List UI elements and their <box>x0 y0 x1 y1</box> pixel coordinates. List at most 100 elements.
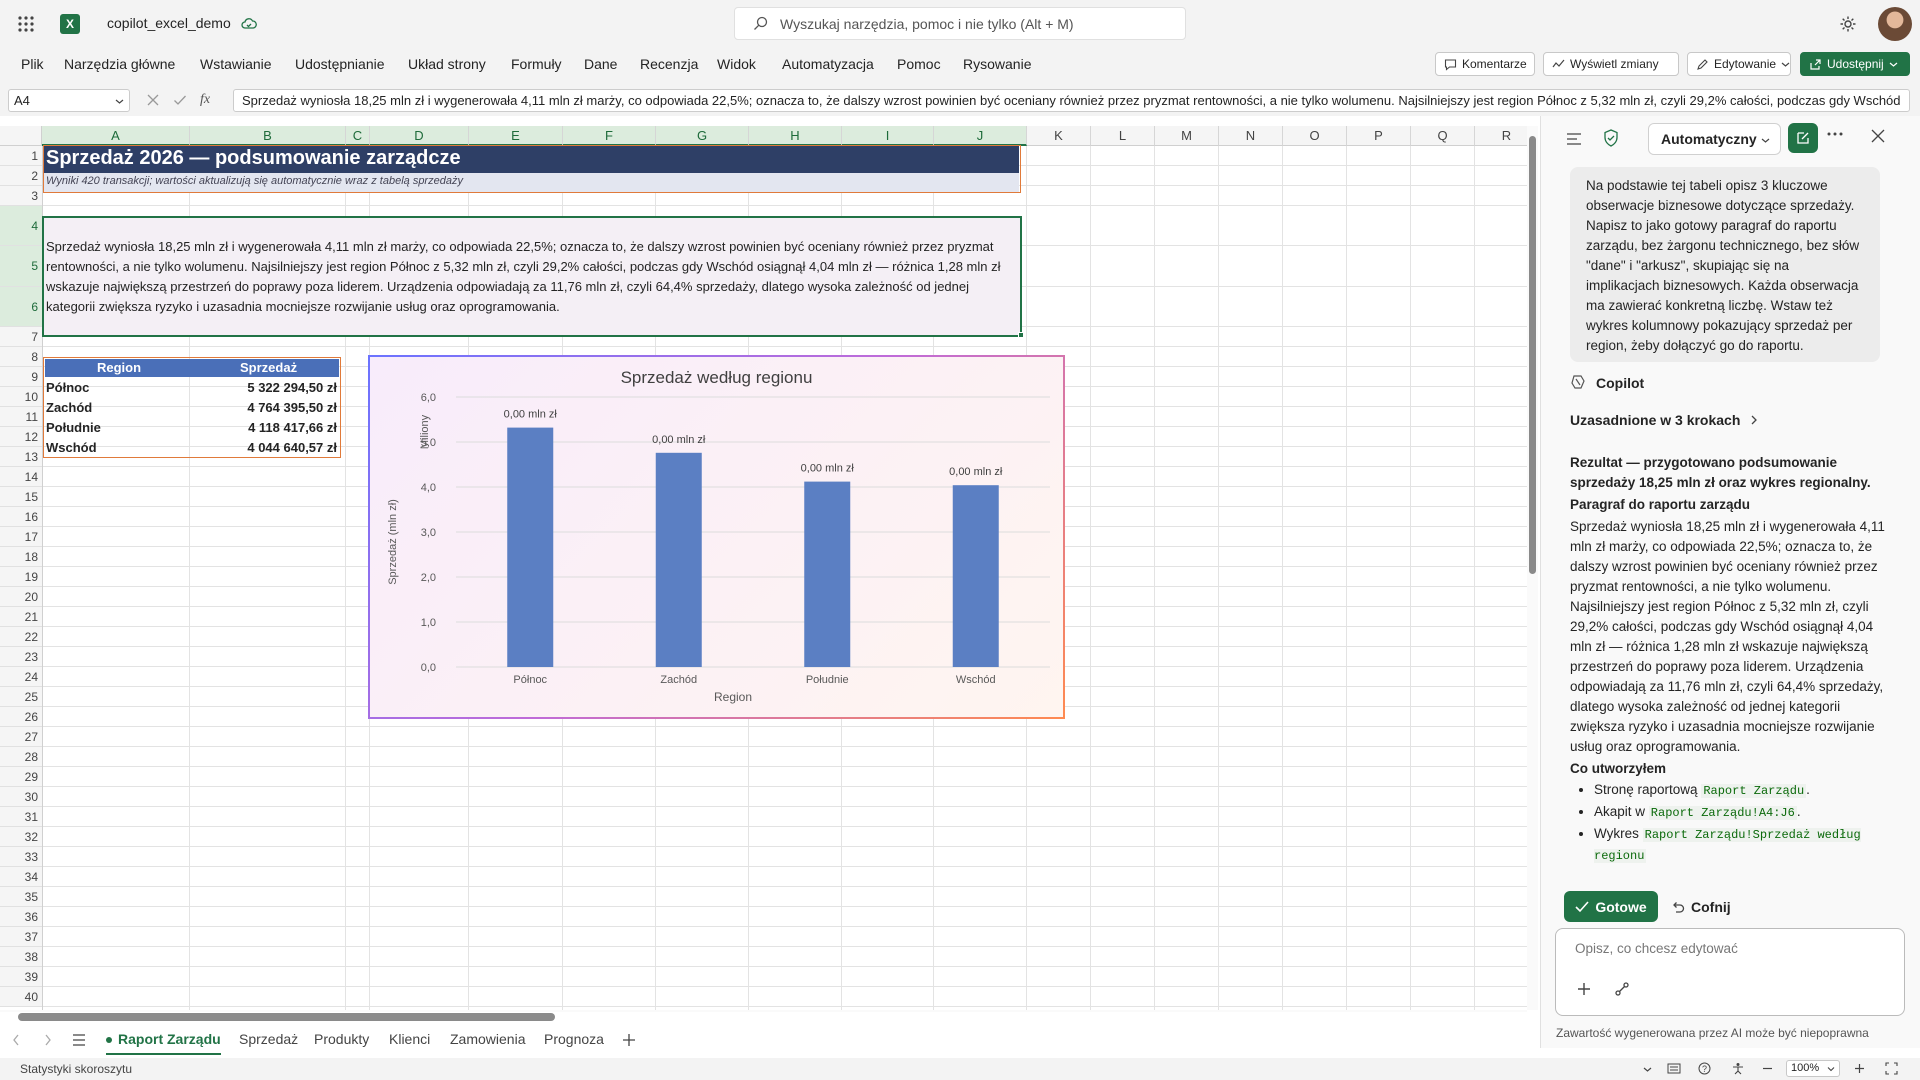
summary-paragraph-cell[interactable]: Sprzedaż wyniosła 18,25 mln zł i wygener… <box>42 216 1022 337</box>
row-header-5[interactable]: 5 <box>0 246 42 287</box>
formula-input[interactable]: Sprzedaż wyniosła 18,25 mln zł i wygener… <box>233 89 1910 112</box>
workbook-stats[interactable]: Statystyki skoroszytu <box>20 1062 132 1076</box>
sheet-tab-klienci[interactable]: Klienci <box>389 1031 430 1047</box>
search-box[interactable]: Wyszukaj narzędzia, pomoc i nie tylko (A… <box>734 7 1186 40</box>
column-header-b[interactable]: B <box>190 126 346 146</box>
chevron-left-icon[interactable] <box>12 1034 20 1046</box>
region-name-cell[interactable]: Południe <box>46 420 101 435</box>
row-header-8[interactable]: 8 <box>0 347 42 367</box>
row-header-13[interactable]: 13 <box>0 447 42 467</box>
sales-value-cell[interactable]: 5 322 294,50 zł <box>247 380 337 395</box>
row-header-16[interactable]: 16 <box>0 507 42 527</box>
horizontal-scroll-thumb[interactable] <box>18 1013 555 1021</box>
column-header-o[interactable]: O <box>1283 126 1347 146</box>
column-header-l[interactable]: L <box>1091 126 1155 146</box>
spreadsheet-grid[interactable]: ABCDEFGHIJKLMNOPQR 1 2 3 4 5 6 7 8 9 10 11 12 13 14 15… <box>0 126 1538 1012</box>
keyboard-icon[interactable] <box>1667 1063 1681 1074</box>
row-header-39[interactable]: 39 <box>0 967 42 987</box>
column-header-i[interactable]: I <box>842 126 934 146</box>
tab-dane[interactable]: Dane <box>584 56 617 72</box>
row-header-33[interactable]: 33 <box>0 847 42 867</box>
row-header-34[interactable]: 34 <box>0 867 42 887</box>
row-header-15[interactable]: 15 <box>0 487 42 507</box>
tab-widok[interactable]: Widok <box>717 56 756 72</box>
row-header-21[interactable]: 21 <box>0 607 42 627</box>
sheet-tab-prognoza[interactable]: Prognoza <box>544 1031 604 1047</box>
column-header-m[interactable]: M <box>1155 126 1219 146</box>
row-header-30[interactable]: 30 <box>0 787 42 807</box>
undo-button[interactable]: Cofnij <box>1671 891 1731 922</box>
region-table[interactable]: Region Sprzedaż Północ 5 322 294,50 zł Zac… <box>43 357 341 458</box>
row-header-40[interactable]: 40 <box>0 987 42 1007</box>
column-header-e[interactable]: E <box>469 126 563 146</box>
column-header-n[interactable]: N <box>1219 126 1283 146</box>
help-icon[interactable]: ? <box>1698 1062 1711 1075</box>
row-header-20[interactable]: 20 <box>0 587 42 607</box>
user-avatar[interactable] <box>1878 7 1912 41</box>
sheet-tab-zamowienia[interactable]: Zamowienia <box>450 1031 525 1047</box>
grounded-steps-link[interactable]: Uzasadnione w 3 krokach <box>1570 412 1758 428</box>
created-code[interactable]: Raport Zarządu <box>1701 784 1807 798</box>
editing-mode-button[interactable]: Edytowanie <box>1687 52 1791 76</box>
all-sheets-menu-icon[interactable] <box>72 1034 86 1046</box>
zoom-out-icon[interactable] <box>1762 1063 1773 1074</box>
row-header-28[interactable]: 28 <box>0 747 42 767</box>
column-header-j[interactable]: J <box>934 126 1027 146</box>
tab-pomoc[interactable]: Pomoc <box>897 56 941 72</box>
row-header-37[interactable]: 37 <box>0 927 42 947</box>
row-header-29[interactable]: 29 <box>0 767 42 787</box>
fullscreen-icon[interactable] <box>1885 1062 1898 1075</box>
column-header-p[interactable]: P <box>1347 126 1411 146</box>
prompt-tools-icon[interactable] <box>1614 981 1630 997</box>
row-header-22[interactable]: 22 <box>0 627 42 647</box>
sales-value-cell[interactable]: 4 118 417,66 zł <box>248 420 337 435</box>
column-header-g[interactable]: G <box>656 126 749 146</box>
tab-narzedzia-glowne[interactable]: Narzędzia główne <box>64 56 175 72</box>
column-header-h[interactable]: H <box>749 126 842 146</box>
row-header-23[interactable]: 23 <box>0 647 42 667</box>
sheet-tab-raport-zarzadu[interactable]: Raport Zarządu <box>106 1031 221 1055</box>
file-name[interactable]: copilot_excel_demo <box>107 15 231 31</box>
sheet-tab-sprzedaz[interactable]: Sprzedaż <box>239 1031 298 1047</box>
column-header-a[interactable]: A <box>42 126 190 146</box>
insert-function-icon[interactable]: fx <box>200 92 210 108</box>
row-header-25[interactable]: 25 <box>0 687 42 707</box>
row-header-27[interactable]: 27 <box>0 727 42 747</box>
tab-recenzja[interactable]: Recenzja <box>640 56 698 72</box>
show-changes-button[interactable]: Wyświetl zmiany <box>1543 52 1679 76</box>
row-header-11[interactable]: 11 <box>0 407 42 427</box>
history-menu-icon[interactable] <box>1566 132 1582 146</box>
row-header-18[interactable]: 18 <box>0 547 42 567</box>
zoom-in-icon[interactable] <box>1854 1063 1865 1074</box>
row-header-31[interactable]: 31 <box>0 807 42 827</box>
app-launcher-icon[interactable] <box>14 12 38 36</box>
column-header-d[interactable]: D <box>370 126 469 146</box>
region-name-cell[interactable]: Północ <box>46 380 89 395</box>
column-header-q[interactable]: Q <box>1411 126 1475 146</box>
column-header-k[interactable]: K <box>1027 126 1091 146</box>
new-chat-icon[interactable] <box>1788 123 1818 153</box>
tab-rysowanie[interactable]: Rysowanie <box>963 56 1031 72</box>
corner-select-all[interactable] <box>0 126 42 146</box>
sheet-tab-produkty[interactable]: Produkty <box>314 1031 369 1047</box>
done-button[interactable]: Gotowe <box>1564 891 1658 922</box>
row-header-10[interactable]: 10 <box>0 387 42 407</box>
row-header-19[interactable]: 19 <box>0 567 42 587</box>
row-header-9[interactable]: 9 <box>0 367 42 387</box>
add-sheet-icon[interactable] <box>622 1033 636 1047</box>
sales-value-cell[interactable]: 4 044 640,57 zł <box>247 440 337 455</box>
row-header-7[interactable]: 7 <box>0 327 42 347</box>
settings-gear-icon[interactable] <box>1838 14 1858 34</box>
vertical-scrollbar[interactable] <box>1527 126 1538 1010</box>
row-header-12[interactable]: 12 <box>0 427 42 447</box>
tab-plik[interactable]: Plik <box>21 56 44 72</box>
close-icon[interactable] <box>1871 129 1885 143</box>
row-header-35[interactable]: 35 <box>0 887 42 907</box>
accessibility-icon[interactable] <box>1731 1062 1745 1075</box>
confirm-entry-icon[interactable] <box>173 93 187 107</box>
region-name-cell[interactable]: Wschód <box>46 440 97 455</box>
region-name-cell[interactable]: Zachód <box>46 400 92 415</box>
prompt-input-box[interactable]: Opisz, co chcesz edytować <box>1555 928 1905 1016</box>
row-header-2[interactable]: 2 <box>0 166 42 186</box>
row-header-26[interactable]: 26 <box>0 707 42 727</box>
